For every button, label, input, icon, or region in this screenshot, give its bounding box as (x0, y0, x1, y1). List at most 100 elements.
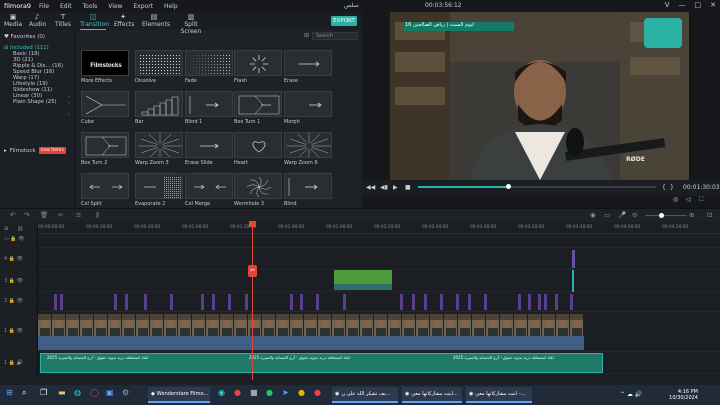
clip-overlay[interactable] (440, 294, 443, 310)
category-plain-shape[interactable]: Plain Shape (25) (4, 99, 63, 105)
playhead-handle[interactable] (249, 221, 256, 227)
clip-overlay[interactable] (456, 294, 459, 310)
favorites-item[interactable]: ♥ Favorites (0) (4, 34, 45, 40)
voiceover-icon[interactable]: 🎤 (618, 211, 626, 219)
clip-overlay[interactable] (212, 294, 215, 310)
opera-icon[interactable]: ◯ (90, 388, 99, 397)
stop-icon[interactable]: ■ (405, 184, 411, 191)
clip-overlay[interactable] (54, 294, 57, 310)
close-icon[interactable]: ✕ (710, 1, 716, 9)
tab-media[interactable]: ▣ Media (4, 13, 22, 28)
clip-overlay[interactable] (316, 294, 319, 310)
filmstock-item[interactable]: ▸ Filmstock new items (4, 147, 66, 154)
chevron-right-icon[interactable]: › (68, 112, 70, 118)
clip-overlay[interactable] (290, 294, 293, 310)
chrome-icon[interactable]: ◉ (218, 388, 225, 397)
app-icon[interactable]: ● (314, 388, 321, 397)
split-icon[interactable]: ⫼ (96, 211, 99, 220)
app-icon[interactable]: ● (266, 388, 273, 397)
volume-icon[interactable]: ◁ (686, 196, 691, 203)
clip-overlay[interactable] (528, 294, 531, 310)
edge-icon[interactable]: ◍ (74, 388, 81, 397)
transition-item[interactable]: Cube (81, 91, 129, 125)
transition-item[interactable]: Bar (135, 91, 183, 125)
task-filmora[interactable]: ◆ Wonderstare Filmo... (148, 387, 210, 403)
undo-icon[interactable]: ↶ (10, 211, 15, 219)
transition-item[interactable]: Evaporate 2 (135, 173, 183, 207)
list-icon[interactable]: ≡ (76, 211, 81, 219)
chevron-right-icon[interactable]: › (68, 100, 70, 106)
transition-item[interactable]: Col Split (81, 173, 129, 207)
task-browser-1[interactable]: ◉ يف تشكر الله على ن... (332, 387, 398, 403)
clip-overlay[interactable] (570, 294, 573, 310)
clip-overlay[interactable] (400, 294, 403, 310)
transition-item[interactable]: Heart (234, 132, 282, 166)
app-icon[interactable]: ■ (250, 388, 258, 397)
clip-overlay[interactable] (538, 294, 541, 310)
transition-item[interactable]: Warp Zoom 6 (284, 132, 332, 166)
zoom-out-icon[interactable]: ⊖ (632, 211, 637, 219)
snapshot-icon[interactable]: ◎ (673, 196, 678, 203)
app-icon[interactable]: ● (234, 388, 241, 397)
task-browser-2[interactable]: ◉ ابنت مشاركاتها معي... (402, 387, 462, 403)
step-back-icon[interactable]: ◀▮ (380, 184, 388, 191)
maximize-icon[interactable]: □ (695, 1, 702, 9)
menu-file[interactable]: File (39, 3, 49, 10)
clip-overlay[interactable] (484, 294, 487, 310)
clip-overlay[interactable] (555, 294, 558, 310)
export-button[interactable]: EXPORT (331, 16, 357, 26)
mark-in-icon[interactable]: { (662, 184, 666, 191)
clip-overlay[interactable] (60, 294, 63, 310)
zoom-knob[interactable] (659, 213, 664, 218)
cut-icon[interactable]: ✂ (58, 211, 63, 219)
task-view-icon[interactable]: ❐ (40, 388, 47, 397)
playhead[interactable] (252, 222, 253, 380)
app-icon[interactable]: ● (298, 388, 305, 397)
transition-item[interactable]: Erase Slide (185, 132, 233, 166)
transition-item[interactable]: Dissolve (135, 50, 183, 84)
transition-item[interactable]: Filmstocks More Effects (81, 50, 129, 84)
clip-overlay[interactable] (125, 294, 128, 310)
menu-edit[interactable]: Edit (60, 3, 72, 10)
file-explorer-icon[interactable]: ▬ (58, 388, 66, 397)
store-icon[interactable]: ▣ (106, 388, 114, 397)
settings-icon[interactable]: ⚙ (122, 388, 129, 397)
clip-purple[interactable] (572, 250, 575, 268)
clip-overlay[interactable] (424, 294, 427, 310)
tab-transition[interactable]: ◫ Transition (80, 13, 109, 30)
tab-effects[interactable]: ✦ Effects (114, 13, 134, 28)
transition-item[interactable]: Blind 1 (185, 91, 233, 125)
transition-item[interactable]: Morph (284, 91, 332, 125)
fullscreen-icon[interactable]: ⛶ (699, 196, 703, 204)
clip-overlay[interactable] (544, 294, 547, 310)
transition-item[interactable]: Wormhole 3 (234, 173, 282, 207)
mark-out-icon[interactable]: } (670, 184, 674, 191)
task-browser-3[interactable]: ◉ ابنت مشاركاتها معي -... (466, 387, 532, 403)
split-marker-icon[interactable]: ✂ (248, 265, 257, 277)
grid-view-icon[interactable]: ⊞ (304, 32, 309, 39)
clip-overlay[interactable] (468, 294, 471, 310)
transition-item[interactable]: Box Turn 1 (234, 91, 282, 125)
clip-green[interactable] (334, 270, 392, 284)
tab-elements[interactable]: ▤ Elements (142, 13, 170, 28)
render-icon[interactable]: ◉ (590, 211, 596, 219)
clip-overlay[interactable] (228, 294, 231, 310)
audio-clip[interactable]: لقاء استضافة درية بدوية حقوق - أرج الحسا… (40, 353, 603, 373)
collapse-icon[interactable]: ᐯ (665, 1, 670, 9)
search-icon[interactable]: ⌕ (22, 388, 26, 398)
menu-tools[interactable]: Tools (83, 3, 98, 10)
clip-overlay[interactable] (412, 294, 415, 310)
tray-icons[interactable]: ⌃ ☁ 🔊 (620, 391, 642, 398)
marker-icon[interactable]: ▭ (604, 211, 610, 219)
tab-audio[interactable]: ♪ Audio (29, 13, 46, 28)
transition-item[interactable]: Flash (234, 50, 282, 84)
menu-help[interactable]: Help (164, 3, 178, 10)
transition-item[interactable]: Box Turn 2 (81, 132, 129, 166)
minimize-icon[interactable]: — (679, 1, 686, 9)
clip-overlay[interactable] (170, 294, 173, 310)
transition-item[interactable]: Erase (284, 50, 332, 84)
windows-start-icon[interactable]: ⊞ (6, 388, 13, 397)
link-icon[interactable]: ⛓ (17, 226, 23, 232)
transition-item[interactable]: Warp Zoom 3 (135, 132, 183, 166)
redo-icon[interactable]: ↷ (24, 211, 29, 219)
